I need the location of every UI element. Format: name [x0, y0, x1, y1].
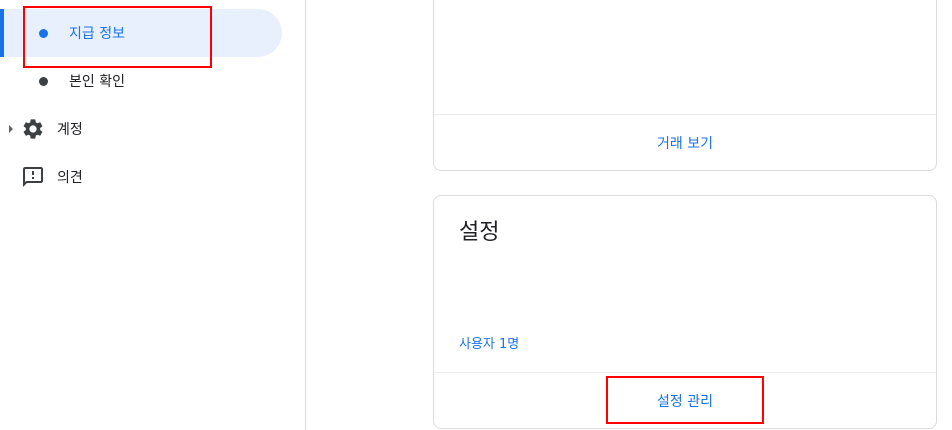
sidebar-item-payment-info[interactable]: 지급 정보 [0, 9, 282, 57]
sidebar-item-feedback[interactable]: 의견 [0, 153, 282, 201]
manage-settings-label: 설정 관리 [657, 394, 713, 410]
view-transactions-label: 거래 보기 [657, 136, 713, 152]
gear-icon [23, 119, 43, 139]
dot-icon [39, 77, 48, 86]
settings-card-title: 설정 [459, 220, 500, 245]
users-count-link[interactable]: 사용자 1명 [459, 333, 519, 352]
sidebar-item-label: 지급 정보 [69, 26, 125, 42]
view-transactions-link[interactable]: 거래 보기 [434, 115, 936, 171]
expand-arrow-icon[interactable] [9, 125, 13, 133]
sidebar-item-account[interactable]: 계정 [0, 105, 282, 153]
sidebar: 지급 정보 본인 확인 계정 의견 [0, 0, 306, 430]
sidebar-item-label: 의견 [57, 170, 83, 186]
feedback-icon [23, 167, 43, 187]
transactions-card: 거래 보기 [433, 0, 937, 171]
sidebar-item-identity-verification[interactable]: 본인 확인 [0, 57, 282, 105]
page: 지급 정보 본인 확인 계정 의견 거래 보기 설정 사용자 1명 설정 관리 [0, 0, 952, 430]
dot-icon [39, 29, 48, 38]
manage-settings-link[interactable]: 설정 관리 [434, 373, 936, 429]
active-indicator [0, 9, 4, 57]
settings-card: 설정 사용자 1명 설정 관리 [433, 195, 937, 429]
sidebar-item-label: 본인 확인 [69, 74, 125, 90]
sidebar-item-label: 계정 [57, 122, 83, 138]
